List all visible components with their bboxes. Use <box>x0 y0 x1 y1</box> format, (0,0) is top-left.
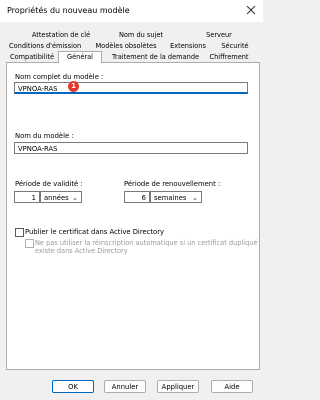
tab-compatibilite[interactable]: Compatibilité <box>9 52 55 62</box>
no-reenroll-label-line1: Ne pas utiliser la réinscription automat… <box>35 239 258 247</box>
full-name-label: Nom complet du modèle : <box>15 73 104 81</box>
tab-traitement-demande[interactable]: Traitement de la demande <box>112 52 199 62</box>
chevron-down-icon: ⌄ <box>192 194 198 202</box>
apply-button[interactable]: Appliquer <box>157 380 199 393</box>
renewal-value-input[interactable]: 6 <box>124 191 150 203</box>
tab-conditions-emission[interactable]: Conditions d'émission <box>9 41 81 51</box>
general-panel <box>6 62 260 370</box>
dialog-title: Propriétés du nouveau modèle <box>7 6 130 15</box>
tab-extensions[interactable]: Extensions <box>168 41 208 51</box>
publish-ad-label: Publier le certificat dans Active Direct… <box>25 228 165 236</box>
tab-attestation-cle[interactable]: Attestation de clé <box>30 30 92 40</box>
tab-securite[interactable]: Sécurité <box>219 41 251 51</box>
template-name-label: Nom du modèle : <box>15 132 74 140</box>
tab-serveur[interactable]: Serveur <box>202 30 236 40</box>
renewal-unit-value: semaines <box>154 194 187 202</box>
ok-button[interactable]: OK <box>52 380 94 393</box>
validity-unit-value: années <box>44 194 69 202</box>
dialog-window: Propriétés du nouveau modèle Attestation… <box>0 0 263 400</box>
template-name-input[interactable]: VPNOA-RAS <box>14 142 248 154</box>
validity-period-label: Période de validité : <box>15 180 83 188</box>
no-reenroll-label-line2: existe dans Active Directory <box>35 247 128 255</box>
cancel-button[interactable]: Annuler <box>104 380 146 393</box>
tab-modeles-obsoletes[interactable]: Modèles obsolètes <box>95 41 157 51</box>
validity-value-input[interactable]: 1 <box>14 191 40 203</box>
no-reenroll-checkbox[interactable] <box>25 239 34 248</box>
renewal-unit-select[interactable]: semaines ⌄ <box>150 191 202 203</box>
full-name-input[interactable]: VPNOA-RAS <box>14 82 248 94</box>
publish-ad-checkbox[interactable] <box>15 228 24 237</box>
tab-nom-du-sujet[interactable]: Nom du sujet <box>118 30 164 40</box>
tab-chiffrement[interactable]: Chiffrement <box>206 52 252 62</box>
validity-unit-select[interactable]: années ⌄ <box>40 191 82 203</box>
title-bar: Propriétés du nouveau modèle <box>0 0 263 22</box>
chevron-down-icon: ⌄ <box>72 194 78 202</box>
step-badge: 1 <box>68 81 79 92</box>
close-icon[interactable] <box>245 4 257 16</box>
tab-general[interactable]: Général <box>58 51 102 63</box>
help-button[interactable]: Aide <box>211 380 253 393</box>
renewal-period-label: Période de renouvellement : <box>124 180 221 188</box>
